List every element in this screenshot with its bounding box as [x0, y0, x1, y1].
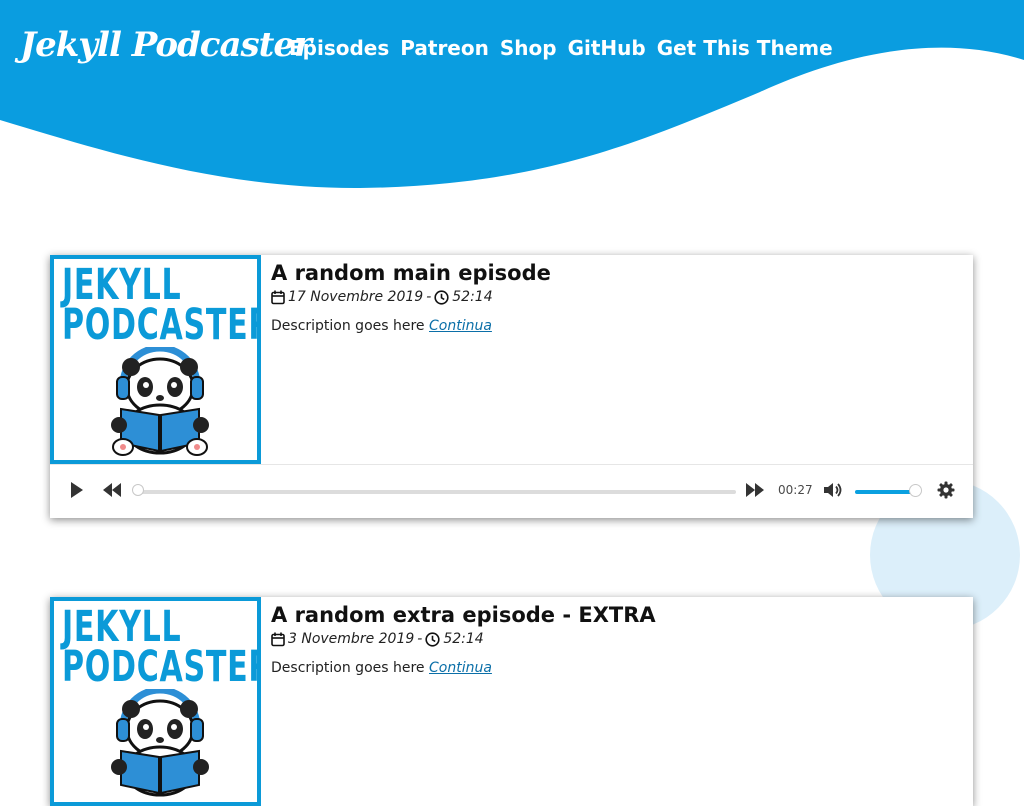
- cover-logo-text: JEKYLL PODCASTER: [62, 260, 261, 350]
- nav-link-episodes[interactable]: Episodes: [289, 36, 389, 60]
- continue-link[interactable]: Continua: [429, 660, 492, 676]
- progress-track[interactable]: [139, 490, 736, 494]
- episode-meta: 3 Novembre 2019 - 52:14: [271, 631, 484, 647]
- meta-separator: -: [417, 631, 423, 647]
- episode-cover-image[interactable]: JEKYLL PODCASTER: [50, 255, 261, 464]
- episode-card: JEKYLL PODCASTER A random extra episode …: [50, 597, 973, 806]
- episode-date: 3 Novembre 2019: [288, 631, 415, 647]
- nav-link-patreon[interactable]: Patreon: [400, 36, 489, 60]
- settings-gear-icon[interactable]: [937, 481, 955, 499]
- episode-cover-image[interactable]: JEKYLL PODCASTER: [50, 597, 261, 806]
- episode-meta: 17 Novembre 2019 - 52:14: [271, 289, 493, 305]
- episode-title[interactable]: A random main episode: [271, 261, 551, 285]
- episode-title[interactable]: A random extra episode - EXTRA: [271, 603, 656, 627]
- fast-forward-icon[interactable]: [745, 481, 765, 499]
- description-text: Description goes here: [271, 660, 425, 676]
- clock-icon: [434, 289, 449, 305]
- panda-mascot-icon: [111, 689, 209, 797]
- main-nav: Episodes Patreon Shop GitHub Get This Th…: [289, 36, 833, 60]
- calendar-icon: [271, 290, 285, 304]
- progress-handle[interactable]: [132, 484, 144, 496]
- episode-duration: 52:14: [443, 631, 484, 647]
- continue-link[interactable]: Continua: [429, 318, 492, 334]
- volume-track[interactable]: [855, 490, 917, 494]
- episode-duration: 52:14: [452, 289, 493, 305]
- cover-logo-text: JEKYLL PODCASTER: [62, 602, 261, 692]
- rewind-icon[interactable]: [102, 481, 122, 499]
- nav-link-github[interactable]: GitHub: [568, 36, 646, 60]
- volume-handle[interactable]: [909, 484, 922, 497]
- episode-card: JEKYLL PODCASTER A random main episode 1…: [50, 255, 973, 518]
- episode-date: 17 Novembre 2019: [288, 289, 424, 305]
- current-time: 00:27: [778, 483, 813, 497]
- episode-description: Description goes here Continua: [271, 318, 492, 334]
- audio-player: 00:27: [50, 464, 973, 518]
- clock-icon: [425, 631, 440, 647]
- meta-separator: -: [426, 289, 432, 305]
- play-icon[interactable]: [69, 481, 85, 499]
- site-logo-link[interactable]: Jekyll Podcaster: [20, 25, 312, 65]
- description-text: Description goes here: [271, 318, 425, 334]
- nav-link-shop[interactable]: Shop: [500, 36, 557, 60]
- nav-link-get-this-theme[interactable]: Get This Theme: [657, 36, 833, 60]
- panda-mascot-icon: [111, 347, 209, 456]
- calendar-icon: [271, 632, 285, 646]
- episode-description: Description goes here Continua: [271, 660, 492, 676]
- volume-icon[interactable]: [823, 481, 843, 499]
